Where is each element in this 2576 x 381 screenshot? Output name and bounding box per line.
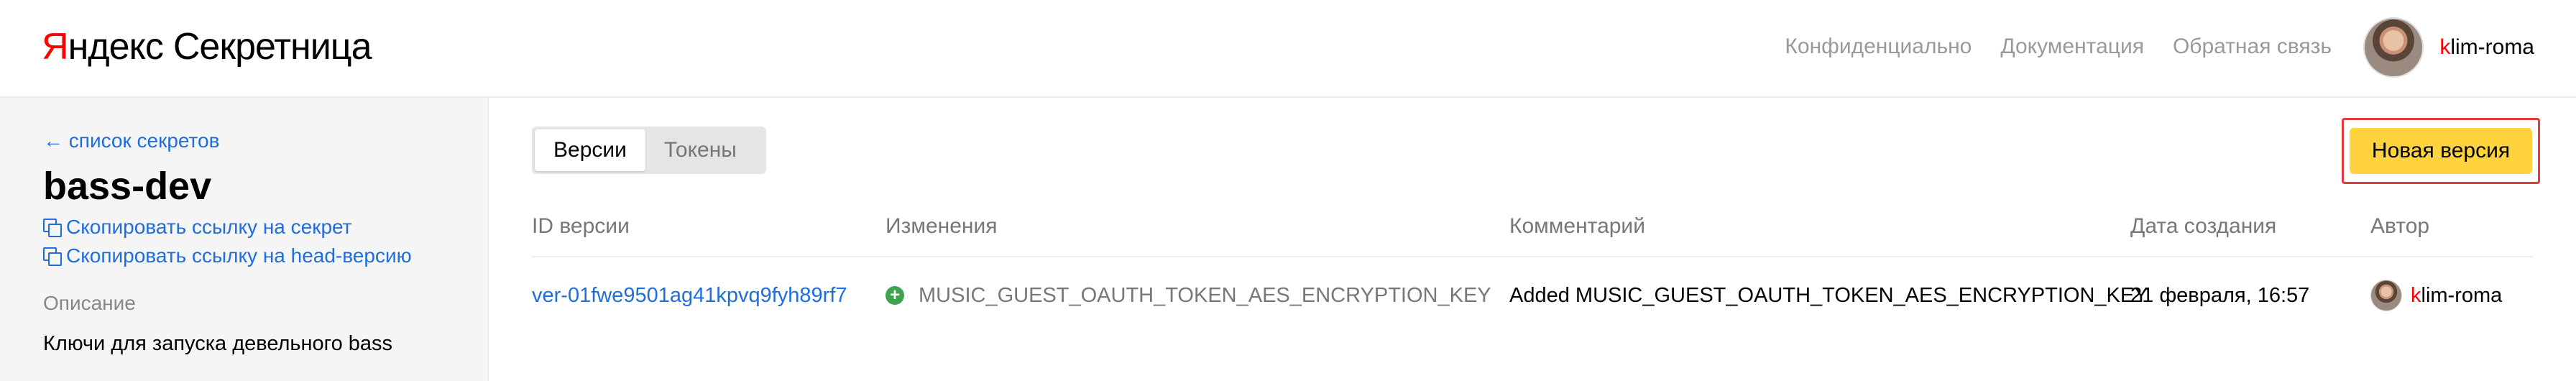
changes-cell: + MUSIC_GUEST_OAUTH_TOKEN_AES_ENCRYPTION… [886,277,1491,313]
column-header-created: Дата создания [2130,214,2277,238]
tabs: Версии Токены [532,127,766,174]
tab-tokens[interactable]: Токены [645,129,755,171]
column-header-changes: Изменения [886,214,998,238]
version-id-cell: ver-01fwe9501ag41kpvq9fyh89rf7 [532,277,847,313]
secret-title: bass-dev [43,165,212,208]
tab-versions[interactable]: Версии [535,129,645,171]
version-id-link[interactable]: ver-01fwe9501ag41kpvq9fyh89rf7 [532,284,847,308]
table-row: ver-01fwe9501ag41kpvq9fyh89rf7 + MUSIC_G… [532,277,2533,321]
versions-table-header: ID версии Изменения Комментарий Дата соз… [532,214,2533,257]
username[interactable]: klim-roma [2439,35,2534,60]
column-header-author: Автор [2370,214,2430,238]
created-cell: 21 февраля, 16:57 [2130,283,2310,307]
added-plus-icon: + [886,286,904,305]
logo-brand-first-letter: Я [42,26,69,68]
column-header-version-id: ID версии [532,214,630,238]
logo-product-name: Секретница [172,26,372,68]
description-label: Описание [43,292,136,314]
back-to-secrets-link[interactable]: ← список секретов [43,129,220,152]
change-key: MUSIC_GUEST_OAUTH_TOKEN_AES_ENCRYPTION_K… [919,283,1491,307]
author-first-letter: k [2411,283,2421,307]
copy-secret-link[interactable]: Скопировать ссылку на секрет [43,216,352,239]
top-nav: Конфиденциально Документация Обратная св… [1785,35,2332,59]
copy-secret-link-label: Скопировать ссылку на секрет [66,216,352,238]
comment-cell: Added MUSIC_GUEST_OAUTH_TOKEN_AES_ENCRYP… [1509,283,2148,307]
nav-link-docs[interactable]: Документация [2000,35,2144,59]
avatar[interactable] [2363,17,2424,78]
description-value: Ключи для запуска девельного bass [43,332,393,355]
author-avatar [2370,280,2402,311]
copy-icon [43,247,62,266]
secret-sidebar: ← список секретов bass-dev Скопировать с… [0,98,489,381]
top-header: Яндекс Секретница Конфиденциально Докумен… [0,0,2576,98]
new-version-button[interactable]: Новая версия [2350,128,2532,174]
nav-link-confidential[interactable]: Конфиденциально [1785,35,1972,59]
username-rest: lim-roma [2450,35,2534,59]
logo-brand-rest: ндекс [68,26,164,68]
copy-head-version-link[interactable]: Скопировать ссылку на head-версию [43,244,412,267]
user-menu[interactable]: klim-roma [2363,17,2534,78]
author-name-rest: lim-roma [2421,283,2503,307]
column-header-comment: Комментарий [1509,214,1645,238]
author-cell[interactable]: klim-roma [2370,277,2502,313]
nav-link-feedback[interactable]: Обратная связь [2173,35,2332,59]
author-name[interactable]: klim-roma [2411,284,2502,308]
copy-head-version-link-label: Скопировать ссылку на head-версию [66,244,412,267]
logo[interactable]: Яндекс Секретница [42,22,372,72]
username-first-letter: k [2439,35,2451,59]
copy-icon [43,219,62,237]
new-version-highlight: Новая версия [2342,118,2540,184]
